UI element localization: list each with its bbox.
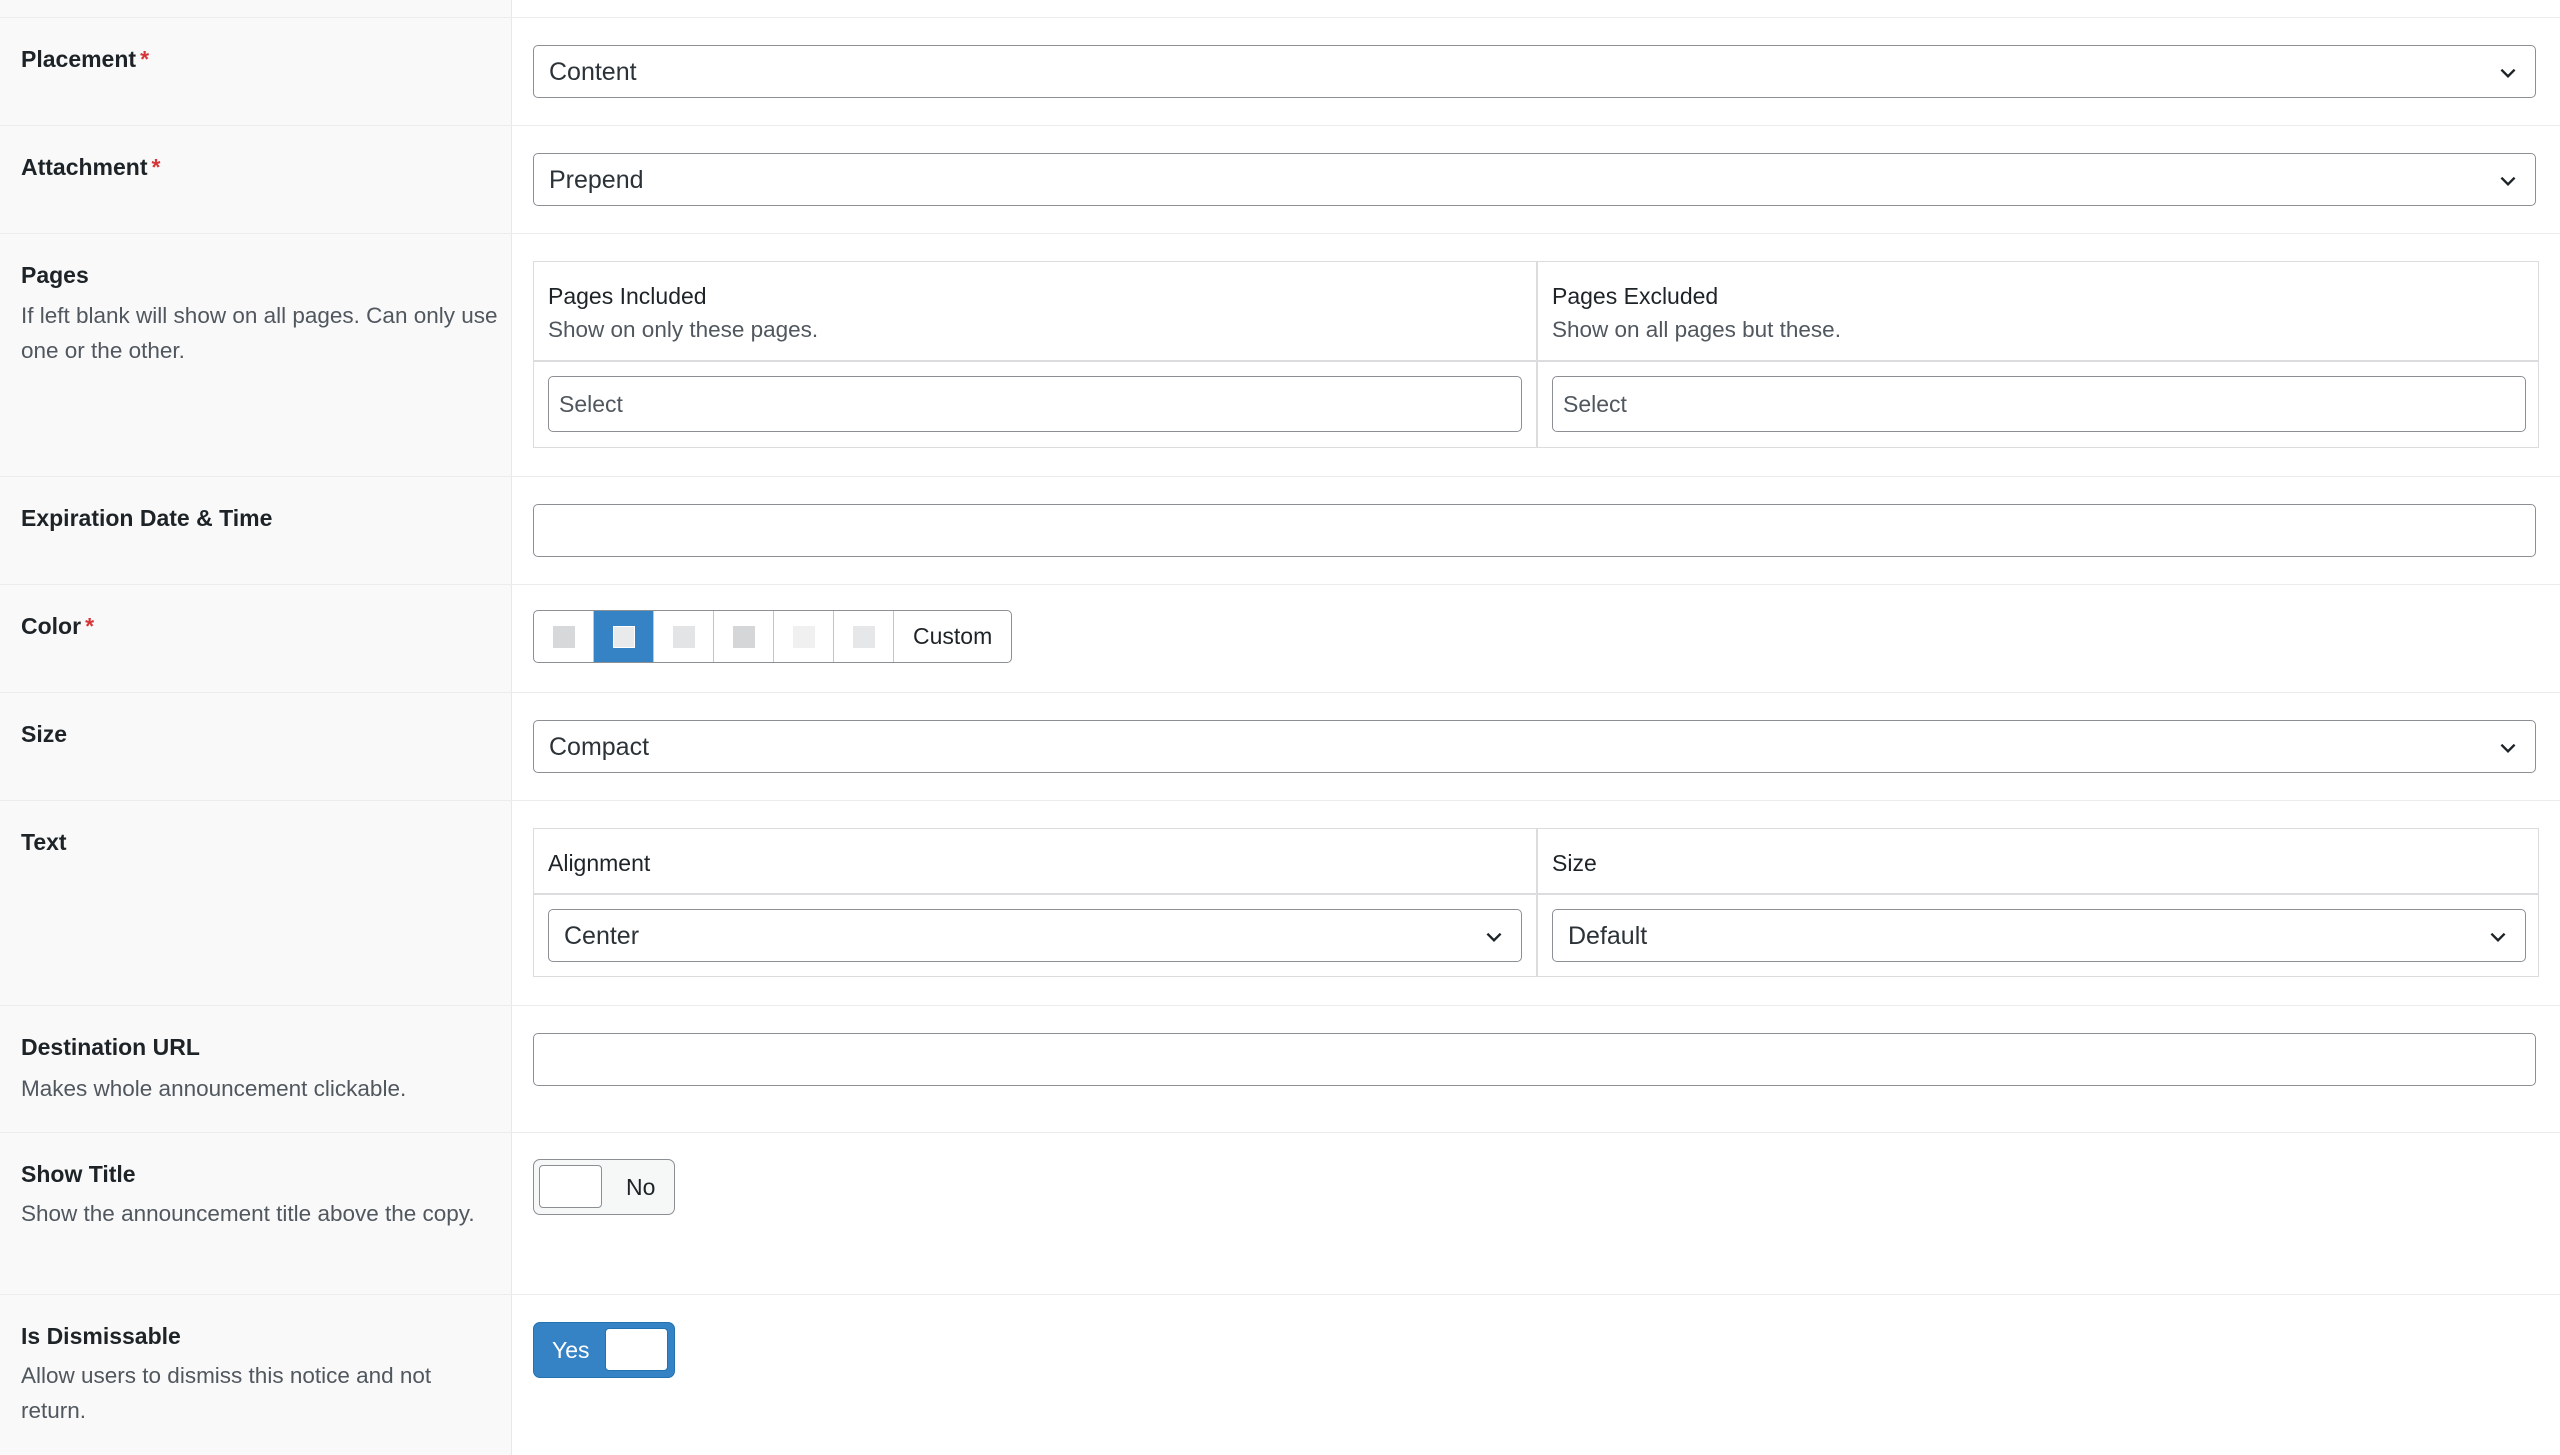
show-title-toggle[interactable]: No <box>533 1159 675 1215</box>
pages-included-description: Show on only these pages. <box>548 317 819 342</box>
chevron-down-icon <box>2500 68 2516 79</box>
color-swatch[interactable] <box>714 611 774 662</box>
text-size-title: Size <box>1552 850 1597 876</box>
size-select[interactable]: Compact <box>533 720 2536 773</box>
announcement-settings-form: Placement * Content Attachment * Prepend P… <box>0 0 2560 1455</box>
row-color: Color * <box>0 584 2560 692</box>
color-swatch[interactable] <box>774 611 834 662</box>
color-swatch-selected[interactable] <box>594 611 654 662</box>
row-size: Size Compact <box>0 692 2560 800</box>
row-is-dismissable: Is Dismissable Allow users to dismiss th… <box>0 1294 2560 1455</box>
expiration-label: Expiration Date & Time <box>21 505 273 531</box>
toggle-knob <box>605 1328 668 1371</box>
color-swatch[interactable] <box>534 611 594 662</box>
pages-label: Pages <box>21 262 89 288</box>
text-label: Text <box>21 829 67 855</box>
chevron-down-icon <box>2500 176 2516 187</box>
placement-label: Placement * <box>21 46 150 72</box>
destination-url-description: Makes whole announcement clickable. <box>21 1076 407 1101</box>
text-size-select[interactable]: Default <box>1552 909 2526 962</box>
row-placement: Placement * Content <box>0 17 2560 125</box>
pages-excluded-select[interactable]: Select <box>1552 376 2526 432</box>
attachment-select[interactable]: Prepend <box>533 153 2536 206</box>
attachment-label: Attachment * <box>21 154 161 180</box>
row-text: Text Alignment Size Center Default <box>0 800 2560 1005</box>
show-title-label: Show Title <box>21 1161 136 1187</box>
required-marker: * <box>151 154 161 180</box>
pages-included-select[interactable]: Select <box>548 376 1522 432</box>
chevron-down-icon <box>2490 932 2506 943</box>
chevron-down-icon <box>1486 932 1502 943</box>
alignment-title: Alignment <box>548 850 651 876</box>
row-show-title: Show Title Show the announcement title a… <box>0 1132 2560 1294</box>
pages-included-title: Pages Included <box>548 283 707 309</box>
swatch-chip <box>553 626 575 648</box>
is-dismissable-description: Allow users to dismiss this notice and n… <box>21 1363 432 1423</box>
swatch-chip <box>613 626 635 648</box>
color-swatch-group: Custom <box>533 610 1013 663</box>
alignment-select[interactable]: Center <box>548 909 1522 962</box>
row-expiration: Expiration Date & Time <box>0 476 2560 584</box>
text-table: Alignment Size Center Default <box>533 828 2539 977</box>
required-marker: * <box>85 613 95 639</box>
placement-select[interactable]: Content <box>533 45 2536 98</box>
required-marker: * <box>140 46 150 72</box>
color-label: Color * <box>21 613 95 639</box>
color-swatch[interactable] <box>654 611 714 662</box>
pages-description: If left blank will show on all pages. Ca… <box>21 303 498 363</box>
is-dismissable-toggle[interactable]: Yes <box>533 1322 675 1378</box>
swatch-chip <box>853 626 875 648</box>
pages-excluded-title: Pages Excluded <box>1552 283 1719 309</box>
color-swatch[interactable] <box>834 611 894 662</box>
custom-color-button[interactable]: Custom <box>894 611 1011 662</box>
pages-table: Pages Included Show on only these pages.… <box>533 261 2539 448</box>
size-label: Size <box>21 721 68 747</box>
row-pages: Pages If left blank will show on all pag… <box>0 233 2560 476</box>
top-strip <box>0 0 2560 17</box>
destination-url-label: Destination URL <box>21 1034 200 1060</box>
expiration-input[interactable] <box>533 504 2536 557</box>
pages-excluded-description: Show on all pages but these. <box>1552 317 1841 342</box>
swatch-chip <box>793 626 815 648</box>
chevron-down-icon <box>2500 743 2516 754</box>
swatch-chip <box>673 626 695 648</box>
swatch-chip <box>733 626 755 648</box>
destination-url-input[interactable] <box>533 1033 2536 1086</box>
is-dismissable-label: Is Dismissable <box>21 1323 181 1349</box>
show-title-description: Show the announcement title above the co… <box>21 1201 475 1226</box>
row-attachment: Attachment * Prepend <box>0 125 2560 233</box>
toggle-knob <box>539 1165 602 1208</box>
row-destination-url: Destination URL Makes whole announcement… <box>0 1005 2560 1132</box>
